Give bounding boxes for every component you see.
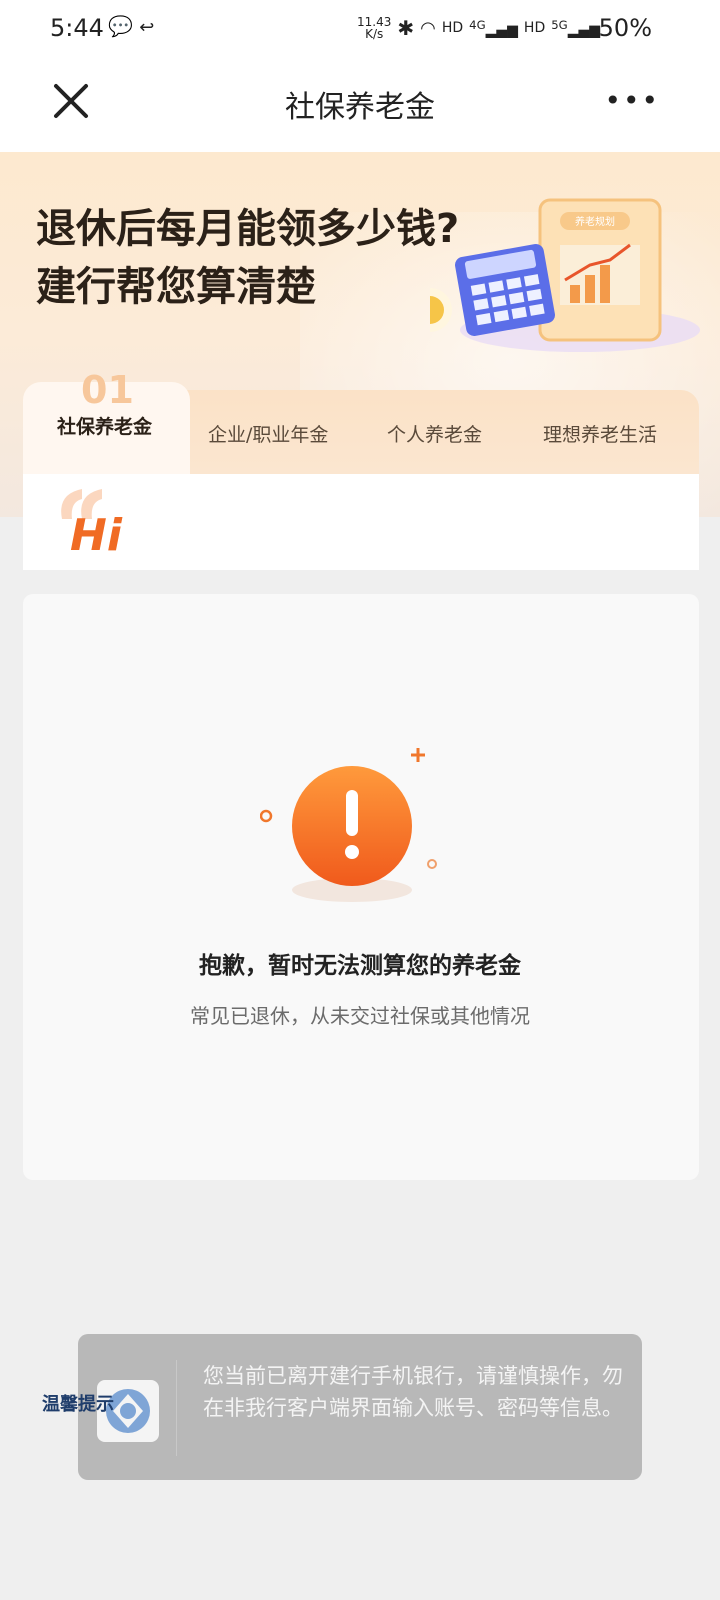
wifi-icon: ◠ [420,17,436,39]
tab-personal-pension[interactable]: 个人养老金 [387,420,482,447]
toast-label: 温馨提示 [42,1394,114,1415]
bluetooth-icon: ✱ [397,16,415,40]
status-time: 5:44 [50,14,104,42]
status-indicators: 11.43 K/s ✱ ◠ HD 4G▂▄▆ HD 5G▂▄▆ [357,16,600,40]
hd-badge-2: HD [523,20,546,36]
tab-ideal-retirement[interactable]: 理想养老生活 [543,420,657,447]
category-tabs: 01 社保养老金 企业/职业年金 个人养老金 理想养老生活 [23,368,699,474]
tab-label: 社保养老金 [57,416,153,438]
svg-text:养老规划: 养老规划 [575,215,615,228]
wechat-icon: 💬 [108,14,133,38]
calculator-chart-illustration: 养老规划 [430,198,700,352]
battery-level: 50% [598,14,652,42]
error-subtitle: 常见已退休，从未交过社保或其他情况 [190,1004,530,1028]
banner-line2: 建行帮您算清楚 [36,264,316,310]
status-notification-icons: 💬 ↩ [108,14,154,38]
signal-5g-icon: 5G▂▄▆ [551,17,600,39]
toast-message: 您当前已离开建行手机银行，请谨慎操作，勿在非我行客户端界面输入账号、密码等信息。 [203,1364,623,1420]
error-title: 抱歉，暂时无法测算您的养老金 [199,953,521,979]
call-forward-icon: ↩ [139,17,155,38]
net-speed: 11.43 K/s [357,15,392,41]
tab-enterprise-annuity[interactable]: 企业/职业年金 [208,420,328,447]
banner-line1: 退休后每月能领多少钱? [36,206,460,252]
more-menu-icon[interactable]: ••• [604,84,660,117]
banner-headline: 退休后每月能领多少钱? 建行帮您算清楚 [36,200,459,316]
tab-number: 01 [81,368,134,412]
signal-4g-icon: 4G▂▄▆ [469,17,518,39]
tab-social-pension[interactable]: 01 社保养老金 [23,368,190,474]
greeting-text: Hi [70,510,122,561]
toast-divider [176,1360,177,1456]
hd-badge: HD [441,20,464,36]
warning-icon [260,748,437,902]
greeting-card [23,474,699,570]
